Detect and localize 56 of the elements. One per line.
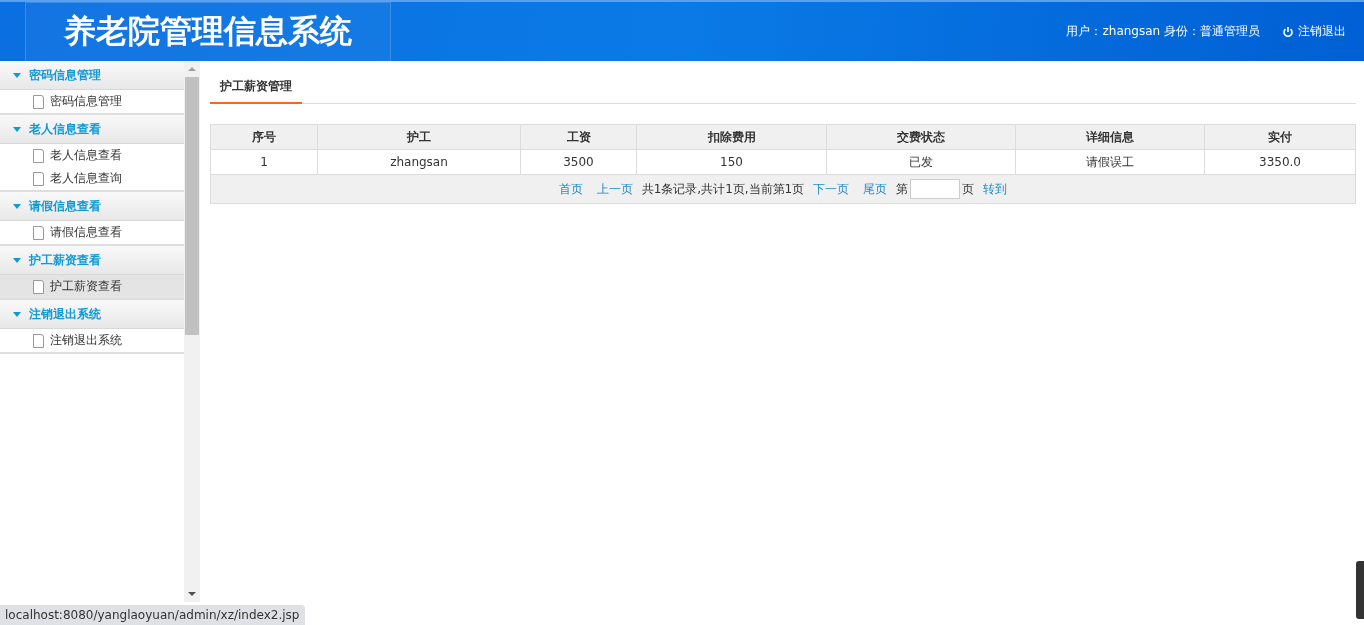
caret-icon [13,203,21,209]
document-icon [33,279,44,294]
caret-icon [13,257,21,263]
menu-group-header[interactable]: 老人信息查看 [0,115,184,144]
pager-link[interactable]: 转到 [983,180,1008,198]
scroll-thumb[interactable] [185,77,199,335]
scrollbar[interactable] [184,61,200,602]
system-title: 养老院管理信息系统 [64,11,352,52]
table-cell: 3350.0 [1204,149,1356,175]
table-cell: 请假误工 [1015,149,1205,175]
menu-group-header[interactable]: 护工薪资查看 [0,246,184,275]
table-cell: zhangsan [317,149,521,175]
caret-icon [13,72,21,78]
document-icon [33,171,44,186]
pager-link[interactable]: 上一页 [596,180,633,198]
side-widget[interactable] [1356,561,1364,619]
power-icon [1282,25,1294,38]
table-cell: 1 [210,149,318,175]
pager-text: 页 [962,180,975,198]
column-header: 交费状态 [826,124,1016,150]
table-cell: 已发 [826,149,1016,175]
menu-item[interactable]: 老人信息查询 [0,167,184,190]
document-icon [33,333,44,348]
table-cell: 3500 [520,149,637,175]
column-header: 实付 [1204,124,1356,150]
menu-item[interactable]: 护工薪资查看 [0,275,184,298]
pager-link[interactable]: 尾页 [863,180,888,198]
menu-item[interactable]: 密码信息管理 [0,90,184,113]
menu-item[interactable]: 注销退出系统 [0,329,184,352]
column-header: 工资 [520,124,637,150]
menu-group-header[interactable]: 密码信息管理 [0,61,184,90]
status-url: localhost:8080/yanglaoyuan/admin/xz/index2.jsp [0,605,306,625]
document-icon [33,94,44,109]
pager-link[interactable]: 首页 [558,180,583,198]
table-cell: 150 [636,149,827,175]
column-header: 详细信息 [1015,124,1205,150]
scroll-up-icon[interactable] [188,67,196,71]
pager-text: 第 [896,180,909,198]
document-icon [33,148,44,163]
menu-group-header[interactable]: 注销退出系统 [0,300,184,329]
menu-group-header[interactable]: 请假信息查看 [0,192,184,221]
logout-link[interactable]: 注销退出 [1282,23,1346,40]
tab[interactable]: 护工薪资管理 [210,73,302,104]
page-input-field[interactable] [910,179,961,199]
caret-icon [13,311,21,317]
menu-item[interactable]: 老人信息查看 [0,144,184,167]
column-header: 扣除费用 [636,124,827,150]
column-header: 序号 [210,124,318,150]
document-icon [33,225,44,240]
menu-item[interactable]: 请假信息查看 [0,221,184,244]
caret-icon [13,126,21,132]
user-info: 用户：zhangsan 身份：普通管理员 [1066,23,1260,40]
scroll-down-icon[interactable] [188,592,196,596]
pager-link[interactable]: 下一页 [813,180,850,198]
pager-text: 共1条记录,共计1页,当前第1页 [641,180,805,198]
column-header: 护工 [317,124,521,150]
